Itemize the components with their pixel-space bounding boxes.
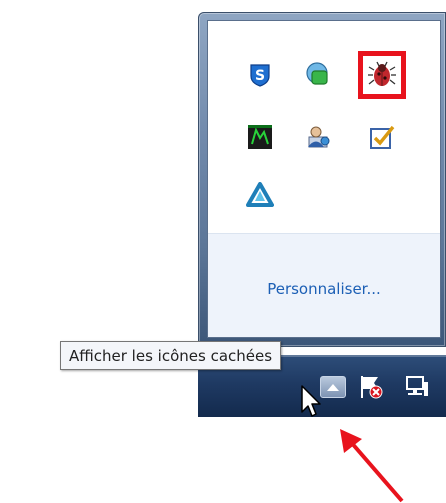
triangle-logo-icon[interactable] <box>242 177 278 213</box>
svg-text:S: S <box>255 68 265 84</box>
network-user-icon[interactable] <box>300 119 336 155</box>
green-terminal-icon[interactable] <box>242 119 278 155</box>
overflow-panel: S Personnaliser... <box>207 20 441 338</box>
up-arrow-icon <box>327 384 339 391</box>
customize-link[interactable]: Personnaliser... <box>208 280 440 298</box>
hidden-icons-grid: S <box>208 21 440 233</box>
flyout-footer: Personnaliser... <box>208 233 440 337</box>
red-annotation-arrow-icon <box>340 429 404 503</box>
s-shield-icon[interactable]: S <box>242 57 278 93</box>
network-icon[interactable] <box>404 374 430 400</box>
mouse-cursor-icon <box>301 385 321 417</box>
checkbox-icon[interactable] <box>364 119 400 155</box>
flag-error-icon[interactable] <box>358 374 384 400</box>
bug-icon-highlight <box>358 51 406 99</box>
tooltip: Afficher les icônes cachées <box>60 341 282 370</box>
green-chat-bubble-icon[interactable] <box>300 57 336 93</box>
